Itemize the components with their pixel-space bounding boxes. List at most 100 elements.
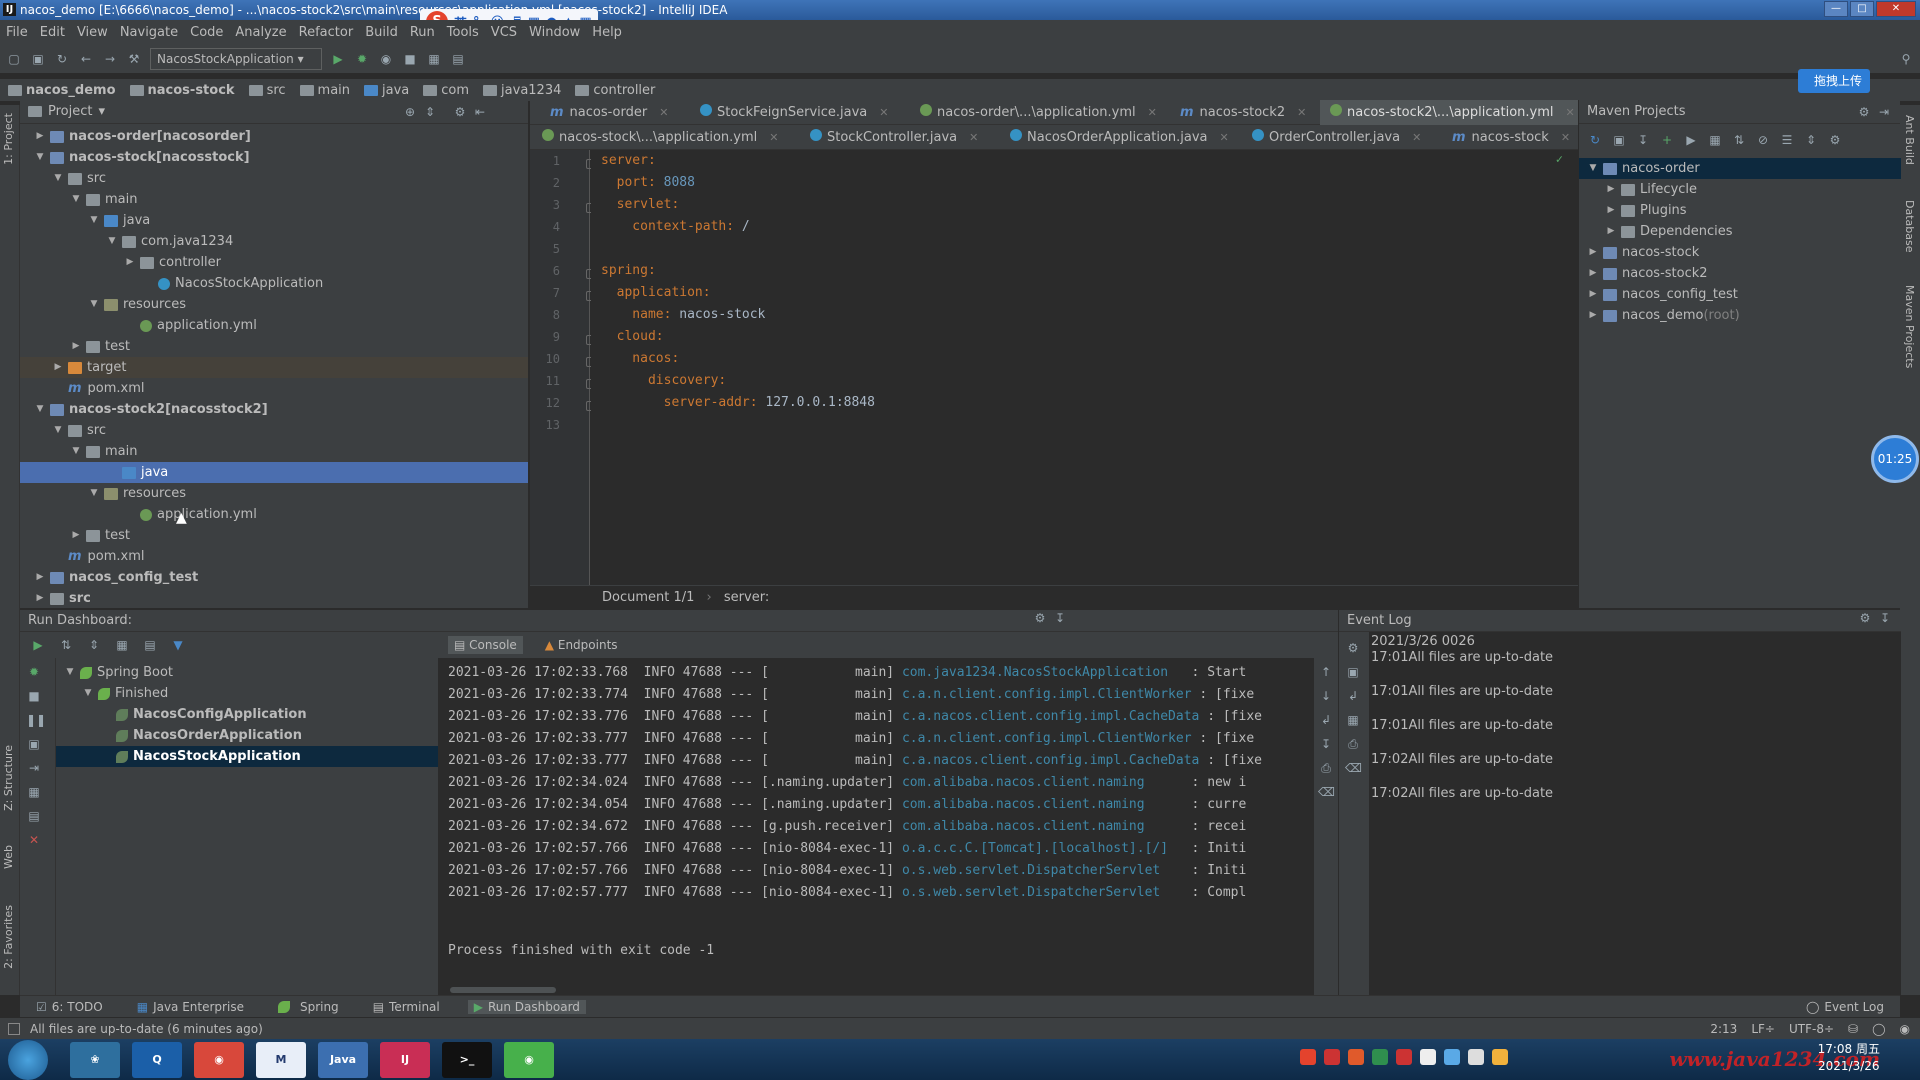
gear-icon[interactable]: ⚙ [1857,610,1873,626]
tree-item[interactable]: ▼ src [20,168,528,189]
hide-icon[interactable]: ⇥ [1876,104,1892,120]
tray-icon[interactable] [1468,1049,1484,1065]
chevron-down-icon[interactable]: ▼ [52,420,64,441]
tab-stockcontroller[interactable]: StockController.java ✕ [800,125,988,150]
tree-item[interactable]: m pom.xml [20,378,528,399]
tab-nacos-stock2[interactable]: m nacos-stock2 ✕ [1170,100,1316,125]
tree-item[interactable]: ▼ main [20,441,528,462]
close-window-button[interactable]: ✕ [1876,1,1916,17]
maven-projects-tab[interactable]: Maven Projects [1903,285,1916,368]
menu-navigate[interactable]: Navigate [120,25,178,40]
tab-console[interactable]: ▤ Console [448,636,523,654]
run-config-item[interactable]: NacosStockApplication [56,746,438,767]
chevron-down-icon[interactable]: ▼ [88,294,100,315]
tree-item[interactable]: ▼ resources [20,294,528,315]
tree-item[interactable]: ▶ nacos-order [nacosorder] [20,126,528,147]
maven-item[interactable]: ▶ nacos_demo (root) [1579,305,1901,326]
menu-edit[interactable]: Edit [40,25,65,40]
tab-run-dashboard[interactable]: ▶ Run Dashboard [467,999,586,1014]
maven-item[interactable]: ▼ nacos-order [1579,158,1901,179]
log-logger[interactable]: o.a.c.c.C.[Tomcat].[localhost].[/] [902,841,1184,856]
chevron-right-icon[interactable]: ▶ [1605,179,1617,200]
maven-item[interactable]: ▶ Dependencies [1579,221,1901,242]
tray-icon[interactable] [1492,1049,1508,1065]
collapse-all-icon[interactable]: ⇕ [1803,132,1819,148]
add-icon[interactable]: + [1659,132,1675,148]
tree-item[interactable]: application.yml [20,504,528,525]
menu-analyze[interactable]: Analyze [235,25,286,40]
tree-item[interactable]: application.yml [20,315,528,336]
chevron-down-icon[interactable]: ▼ [88,210,100,231]
sdk-icon[interactable]: ▤ [450,51,466,67]
favorites-tool-tab[interactable]: 2: Favorites [2,905,15,969]
tree-item[interactable]: ▼ com.java1234 [20,231,528,252]
crumb-java[interactable]: java [364,83,409,98]
expand-all-icon[interactable]: ⇅ [58,637,74,653]
browser-q-icon[interactable]: Q [132,1041,182,1078]
menu-help[interactable]: Help [592,25,622,40]
chevron-down-icon[interactable]: ▼ [88,483,100,504]
database-tab[interactable]: Database [1903,200,1916,253]
mx-app-icon[interactable]: M [256,1041,306,1078]
cmd-app-icon[interactable]: >_ [442,1041,492,1078]
crumb-nacos-demo[interactable]: nacos_demo [8,83,116,98]
tree-item[interactable]: ▶ src [20,588,528,608]
status-message[interactable]: All files are up-to-date (6 minutes ago) [30,1022,263,1036]
tree-item[interactable]: ▼ src [20,420,528,441]
maven-item[interactable]: ▶ nacos-stock [1579,242,1901,263]
structure-icon[interactable]: ▦ [426,51,442,67]
exit-icon[interactable]: ⇥ [26,760,42,776]
trash-icon[interactable]: ⌫ [1345,760,1362,776]
print-icon[interactable]: ⎙ [1318,760,1334,776]
chevron-down-icon[interactable]: ▼ [70,441,82,462]
tree-item[interactable]: ▼ main [20,189,528,210]
sogou-tray-icon[interactable] [1300,1049,1316,1065]
project-tool-tab[interactable]: 1: Project [2,113,15,165]
chevron-down-icon[interactable]: ▼ [70,189,82,210]
menu-tools[interactable]: Tools [447,25,479,40]
system-clock[interactable]: 17:08 周五 2021/3/26 [1818,1041,1880,1075]
debug-icon[interactable]: ✹ [26,664,42,680]
log-logger[interactable]: o.s.web.servlet.DispatcherServlet [902,863,1184,878]
menu-view[interactable]: View [77,25,108,40]
tree-item[interactable]: ▶ nacos_config_test [20,567,528,588]
tab-nacos-stock2-yml[interactable]: nacos-stock2\...\application.yml ✕ [1320,100,1585,125]
trash-icon[interactable]: ⌫ [1318,784,1335,800]
forward-icon[interactable]: → [102,51,118,67]
menu-refactor[interactable]: Refactor [299,25,354,40]
chevron-down-icon[interactable]: ▼ [52,168,64,189]
tree-item[interactable]: ▼ java [20,210,528,231]
wechat-app-icon[interactable]: ◉ [504,1041,554,1078]
crumb-src[interactable]: src [248,83,286,98]
log-logger[interactable]: o.s.web.servlet.DispatcherServlet [902,885,1184,900]
tab-endpoints[interactable]: ▲ Endpoints [539,636,624,654]
code-editor[interactable]: server: port: 8088 servlet: context-path… [591,150,1567,585]
tab-nacos-order[interactable]: m nacos-order ✕ [540,100,678,125]
hide-icon[interactable]: ⇤ [472,104,488,120]
locate-icon[interactable]: ⊕ [402,104,418,120]
chevron-down-icon[interactable]: ▼ [1587,158,1599,179]
build-icon[interactable]: ⚒ [126,51,142,67]
scroll-down-icon[interactable]: ↓ [1318,688,1334,704]
hide-icon[interactable]: ↧ [1052,610,1068,626]
run-config-item[interactable]: NacosOrderApplication [56,725,438,746]
gear-icon[interactable]: ⚙ [1856,104,1872,120]
maven-item[interactable]: ▶ nacos_config_test [1579,284,1901,305]
execute-icon[interactable]: ▦ [1707,132,1723,148]
tree-item[interactable]: NacosStockApplication [20,273,528,294]
lock-icon[interactable]: ⛁ [1848,1018,1858,1040]
run-config-item[interactable]: ▼ Finished [56,683,438,704]
tab-stockfeignservice[interactable]: StockFeignService.java ✕ [690,100,898,125]
gear-icon[interactable]: ⚙ [452,104,468,120]
chevron-right-icon[interactable]: ▶ [1587,305,1599,326]
tab-nacosorderapplication[interactable]: NacosOrderApplication.java ✕ [1000,125,1239,150]
chevron-down-icon[interactable]: ▼ [64,662,76,683]
print-icon[interactable]: ⎙ [1345,736,1361,752]
log-logger[interactable]: c.a.n.client.config.impl.ClientWorker [902,731,1192,746]
tree-item[interactable]: ▼ resources [20,483,528,504]
tree-item[interactable]: ▶ test [20,336,528,357]
wrap-icon[interactable]: ↲ [1345,688,1361,704]
maximize-button[interactable]: □ [1850,1,1874,17]
tree-item[interactable]: ▼ nacos-stock2 [nacosstock2] [20,399,528,420]
collapse-icon[interactable]: ⇕ [422,104,438,120]
